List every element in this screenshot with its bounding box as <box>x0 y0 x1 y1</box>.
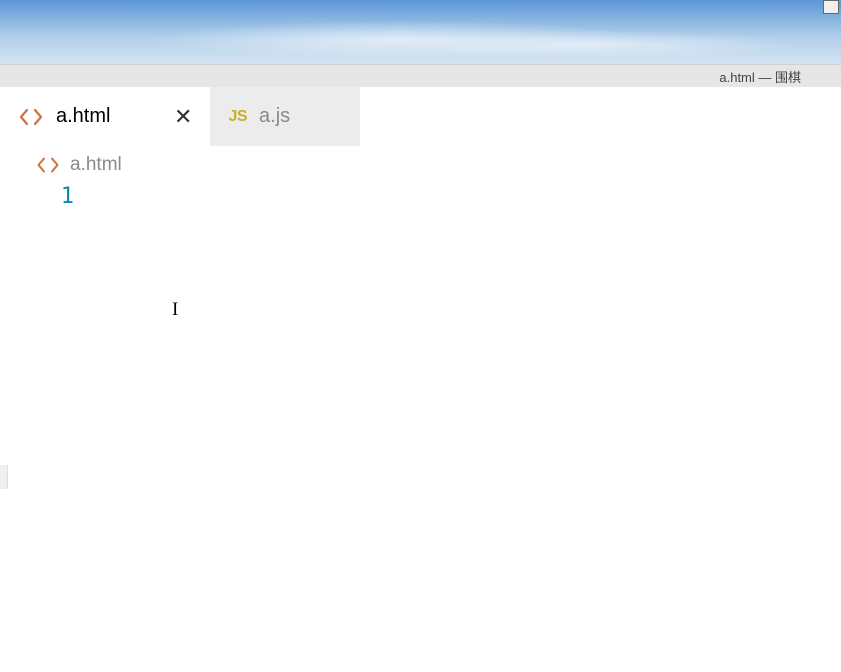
editor-area: a.html ✕ JS a.js a.html 1 I <box>0 87 841 672</box>
desktop-wallpaper-header <box>0 0 841 64</box>
window-title-bar[interactable]: a.html — 围棋 <box>0 64 841 87</box>
panel-resize-handle[interactable] <box>0 465 8 489</box>
code-area: 1 I <box>0 184 841 584</box>
tab-label: a.js <box>259 105 290 128</box>
html-icon <box>36 156 60 174</box>
close-icon[interactable]: ✕ <box>174 106 192 128</box>
tab-a-js[interactable]: JS a.js <box>210 87 360 146</box>
tab-a-html[interactable]: a.html ✕ <box>0 87 210 146</box>
line-number-gutter: 1 <box>36 184 86 584</box>
tab-bar: a.html ✕ JS a.js <box>0 87 841 146</box>
line-number: 1 <box>36 184 74 209</box>
html-icon <box>18 107 44 127</box>
text-cursor-icon: I <box>172 299 178 321</box>
breadcrumb-label: a.html <box>70 154 122 176</box>
js-icon: JS <box>228 108 247 126</box>
tab-label: a.html <box>56 105 110 128</box>
code-content[interactable]: I <box>86 184 841 584</box>
picture-icon <box>823 0 839 14</box>
breadcrumb[interactable]: a.html <box>0 146 841 184</box>
window-title: a.html — 围棋 <box>719 67 801 86</box>
